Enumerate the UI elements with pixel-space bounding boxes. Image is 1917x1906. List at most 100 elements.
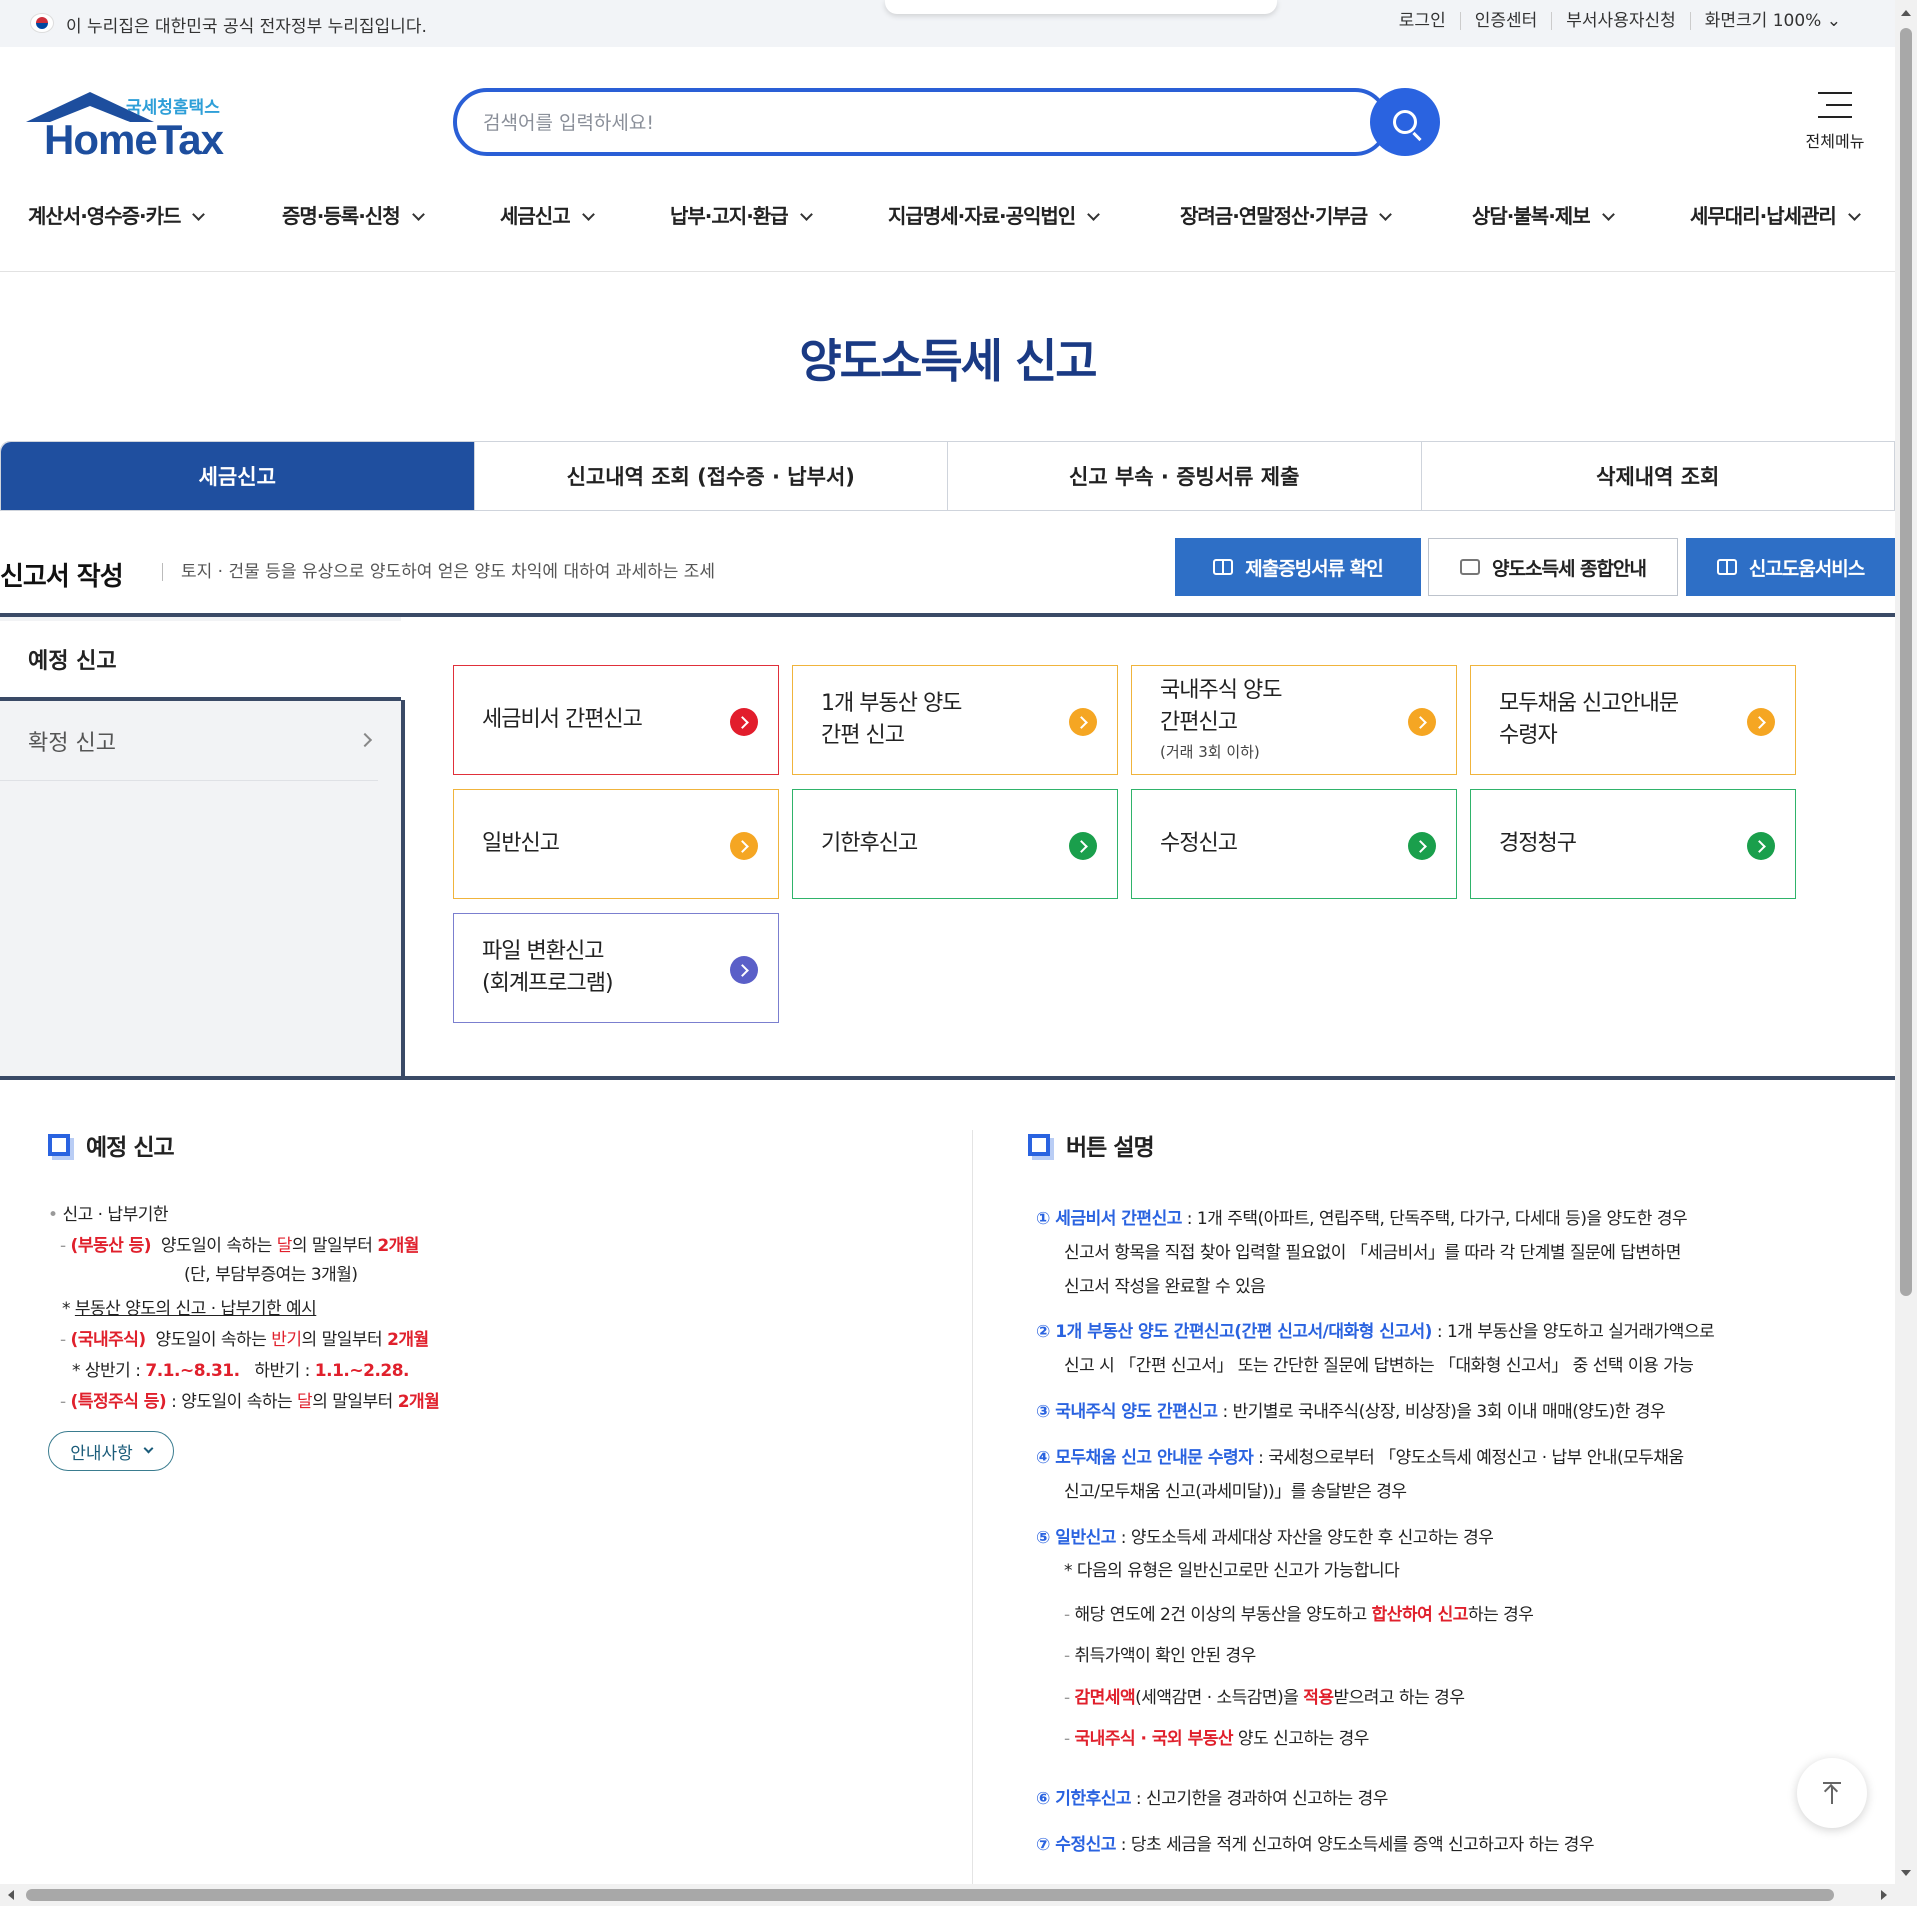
vertical-scrollbar[interactable] (1895, 0, 1917, 1906)
search-icon (1393, 110, 1417, 134)
chevron-down-icon (143, 1443, 154, 1453)
scrollbar-thumb[interactable] (1900, 28, 1912, 1296)
arrow-right-circle-icon (1069, 832, 1097, 860)
login-link[interactable]: 로그인 (1385, 12, 1460, 30)
late-report-card[interactable]: 기한후신고 (792, 789, 1118, 899)
guide-button[interactable]: 안내사항 (48, 1431, 174, 1471)
nav-item[interactable]: 세무대리·납세관리 (1690, 200, 1861, 229)
check-documents-button[interactable]: 제출증빙서류 확인 (1175, 538, 1421, 596)
search-box (453, 88, 1389, 156)
card-label: 1개 부동산 양도 간편 신고 (821, 691, 962, 748)
card-label: 일반신고 (482, 831, 560, 856)
one-realestate-card[interactable]: 1개 부동산 양도 간편 신고 (792, 665, 1118, 775)
search-input[interactable] (483, 106, 1303, 140)
card-label: 기한후신고 (821, 831, 918, 856)
deadline-specific-stock: - (특정주식 등) : 양도일이 속하는 달의 말일부터 2개월 (60, 1392, 440, 1412)
card-label: 세금비서 간편신고 (482, 707, 643, 732)
nav-item[interactable]: 납부·고지·환급 (670, 200, 813, 229)
tab-attachments[interactable]: 신고 부속 · 증빙서류 제출 (947, 442, 1421, 510)
section-title: 신고서 작성 (0, 562, 124, 592)
nav-item[interactable]: 장려금·연말정산·기부금 (1180, 200, 1393, 229)
correction-claim-card[interactable]: 경정청구 (1470, 789, 1796, 899)
square-bullet-icon (48, 1134, 70, 1156)
section-description: 토지 · 건물 등을 유상으로 양도하여 얻은 양도 차익에 대하여 과세하는 … (162, 563, 715, 581)
logo-title: HomeTax (44, 116, 224, 163)
korea-flag-icon (30, 13, 54, 33)
cert-center-link[interactable]: 인증센터 (1459, 12, 1552, 30)
deadline-label: • 신고 · 납부기한 (48, 1205, 168, 1225)
report-type-sidebar: 예정 신고 확정 신고 (0, 617, 405, 1076)
deadline-real-estate: - (부동산 등) 양도일이 속하는 달의 말일부터 2개월 (60, 1236, 419, 1256)
tab-deleted-history[interactable]: 삭제내역 조회 (1420, 442, 1895, 510)
logo-subtitle: 국세청홈택스 (126, 98, 220, 118)
horizontal-scrollbar[interactable] (0, 1884, 1895, 1906)
nav-item[interactable]: 상담·불복·제보 (1472, 200, 1615, 229)
deadline-domestic-stock: - (국내주식) 양도일이 속하는 반기의 말일부터 2개월 (60, 1330, 429, 1350)
tab-report-history[interactable]: 신고내역 조회 (접수증 · 납부서) (473, 442, 948, 510)
help-service-button[interactable]: 신고도움서비스 (1686, 538, 1895, 596)
utility-links: 로그인 인증센터 부서사용자신청 화면크기 100% ⌄ (1385, 12, 1855, 30)
deadline-example: * 부동산 양도의 신고 · 납부기한 예시 (62, 1299, 317, 1319)
card-label: 국내주식 양도 간편신고 (1160, 678, 1282, 735)
search-button[interactable] (1370, 88, 1440, 156)
preliminary-heading: 예정 신고 (48, 1128, 175, 1162)
chevron-down-icon (1087, 208, 1101, 221)
deadline-note: (단, 부담부증여는 3개월) (184, 1265, 358, 1285)
half-year-periods: * 상반기 : 7.1.~8.31. 하반기 : 1.1.~2.28. (72, 1361, 410, 1381)
desc-item-6: ⑥ 기한후신고 : 신고기한을 경과하여 신고하는 경우 (1036, 1789, 1388, 1809)
desc-item-7: ⑦ 수정신고 : 당초 세금을 적게 신고하여 양도소득세를 증액 신고하고자 … (1036, 1835, 1595, 1855)
sidebar-item-final[interactable]: 확정 신고 (0, 701, 378, 781)
desc-item-5-sub: - 감면세액(세액감면 · 소득감면)을 적용받으려고 하는 경우 (1064, 1688, 1465, 1708)
amended-report-card[interactable]: 수정신고 (1131, 789, 1457, 899)
hometax-logo[interactable]: 국세청홈택스 HomeTax (26, 88, 231, 163)
desc-item-1-line: 신고서 작성을 완료할 수 있음 (1064, 1277, 1266, 1297)
card-note: (거래 3회 이하) (1160, 743, 1260, 761)
general-report-card[interactable]: 일반신고 (453, 789, 779, 899)
zoom-label: 화면크기 100% (1704, 11, 1822, 31)
checkbox-icon (1460, 559, 1481, 575)
main-nav: 계산서·영수증·카드 증명·등록·신청 세금신고 납부·고지·환급 지급명세·자… (0, 190, 1895, 272)
all-menu-label: 전체메뉴 (1805, 132, 1865, 151)
nav-item[interactable]: 계산서·영수증·카드 (28, 200, 206, 229)
dept-user-link[interactable]: 부서사용자신청 (1551, 12, 1689, 30)
desc-item-3: ③ 국내주식 양도 간편신고 : 반기별로 국내주식(상장, 비상장)을 3회 … (1036, 1402, 1666, 1422)
desc-item-5-sub: - 국내주식 · 국외 부동산 양도 신고하는 경우 (1064, 1729, 1369, 1749)
scroll-to-top-button[interactable] (1797, 1758, 1867, 1828)
card-label: 경정청구 (1499, 831, 1577, 856)
arrow-right-circle-icon (1069, 708, 1097, 736)
tab-bar: 세금신고 신고내역 조회 (접수증 · 납부서) 신고 부속 · 증빙서류 제출… (0, 441, 1895, 511)
scrollbar-thumb[interactable] (26, 1889, 1834, 1901)
tab-tax-report[interactable]: 세금신고 (1, 442, 474, 510)
desc-item-4-line: 신고/모두채움 신고(과세미달))」를 송달받은 경우 (1064, 1482, 1407, 1502)
nav-item[interactable]: 세금신고 (500, 200, 595, 229)
chevron-down-icon (192, 208, 206, 221)
desc-item-1-line: 신고서 항목을 직접 찾아 입력할 필요없이 「세금비서」를 따라 각 단계별 … (1064, 1243, 1681, 1263)
gov-notice: 이 누리집은 대한민국 공식 전자정부 누리집입니다. (66, 17, 427, 37)
cgt-guide-button[interactable]: 양도소득세 종합안내 (1428, 538, 1678, 596)
chevron-right-icon (357, 732, 373, 748)
nav-item[interactable]: 지급명세·자료·공익법인 (888, 200, 1101, 229)
zoom-select[interactable]: 화면크기 100% ⌄ (1689, 11, 1855, 31)
all-menu-button[interactable]: 전체메뉴 (1795, 88, 1875, 158)
sidebar-item-preliminary[interactable]: 예정 신고 (0, 621, 405, 701)
chevron-down-icon (1379, 208, 1393, 221)
file-convert-card[interactable]: 파일 변환신고 (회계프로그램) (453, 913, 779, 1023)
domestic-stock-card[interactable]: 국내주식 양도 간편신고 (거래 3회 이하) (1131, 665, 1457, 775)
chevron-down-icon (799, 208, 813, 221)
arrow-right-circle-icon (1408, 708, 1436, 736)
chevron-down-icon (411, 208, 425, 221)
arrow-right-circle-icon (1747, 708, 1775, 736)
arrow-right-circle-icon (730, 956, 758, 984)
nav-item[interactable]: 증명·등록·신청 (282, 200, 425, 229)
simple-secretary-card[interactable]: 세금비서 간편신고 (453, 665, 779, 775)
prefilled-notice-card[interactable]: 모두채움 신고안내문 수령자 (1470, 665, 1796, 775)
card-label: 파일 변환신고 (회계프로그램) (482, 939, 614, 996)
popup-edge (885, 0, 1277, 14)
desc-item-5-note: * 다음의 유형은 일반신고로만 신고가 가능합니다 (1064, 1561, 1400, 1581)
card-label: 모두채움 신고안내문 수령자 (1499, 691, 1679, 748)
arrow-up-icon (1823, 1782, 1841, 1784)
desc-item-1: ① 세금비서 간편신고 : 1개 주택(아파트, 연립주택, 단독주택, 다가구… (1036, 1209, 1688, 1229)
arrow-right-circle-icon (1408, 832, 1436, 860)
book-icon (1213, 559, 1234, 575)
desc-item-5-sub: - 취득가액이 확인 안된 경우 (1064, 1646, 1256, 1666)
